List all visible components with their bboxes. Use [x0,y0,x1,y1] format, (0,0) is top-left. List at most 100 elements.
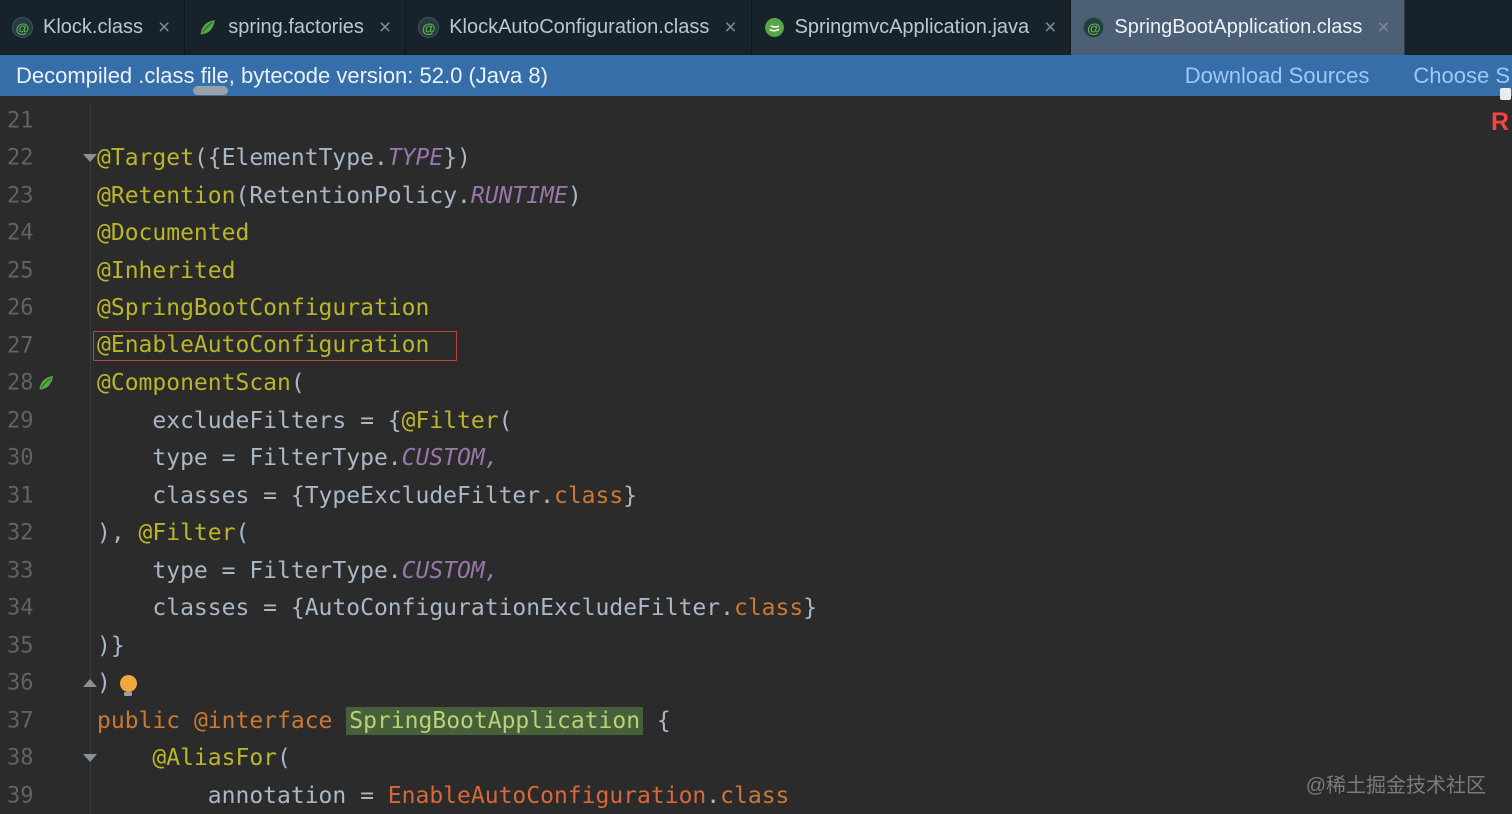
gutter: 25 [0,252,91,290]
choose-sources-link[interactable]: Choose S [1413,63,1510,89]
floating-scrollbar-thumb[interactable] [193,86,228,95]
code-line-23[interactable]: 23 @Retention(RetentionPolicy.RUNTIME) [0,177,1512,215]
code-line-38[interactable]: 38 @AliasFor( [0,739,1512,777]
gutter: 37 [0,702,91,740]
code-line-30[interactable]: 30 type = FilterType.CUSTOM, [0,439,1512,477]
fold-marker-icon[interactable] [83,154,97,163]
tab-label: KlockAutoConfiguration.class [449,16,710,38]
editor-tab-bar: @ Klock.class × spring.factories × @ Klo… [0,0,1512,55]
tab-spring-factories[interactable]: spring.factories × [185,0,407,55]
code-token: classes = {TypeExcludeFilter. [97,482,554,509]
line-number: 31 [7,483,34,509]
editor-pane[interactable]: 21 22 @Target({ElementType.TYPE}) 23 @Retent… [0,96,1512,814]
code-line-36[interactable]: 36) [0,664,1512,702]
line-number: 28 [7,370,34,396]
code-token: @Filter [138,520,236,547]
line-number: 29 [7,408,34,434]
code-token: classes = {AutoConfigurationExcludeFilte… [97,595,734,622]
code-text: classes = {TypeExcludeFilter.class} [97,483,637,509]
tab-close-icon[interactable]: × [158,17,170,38]
code-token: ({ [193,145,222,172]
gutter: 21 [0,102,91,140]
line-number: 26 [7,295,34,321]
gutter: 28 [0,364,91,402]
gutter: 38 [0,739,97,777]
clipped-inspection-letter: R [1490,108,1509,136]
code-line-24[interactable]: 24 @Documented [0,214,1512,252]
tab-close-icon[interactable]: × [724,17,736,38]
line-number: 27 [7,333,34,359]
vertical-scrollbar-thumb[interactable] [1500,88,1511,100]
code-line-27[interactable]: 27 @EnableAutoConfiguration [0,327,1512,365]
spring-boot-icon [764,17,785,38]
gutter: 32 [0,514,91,552]
code-text: @Retention(RetentionPolicy.RUNTIME) [97,183,582,209]
tab-label: spring.factories [228,16,364,38]
tab-klock-class[interactable]: @ Klock.class × [0,0,186,55]
code-line-37[interactable]: 37 public @interface SpringBootApplicatio… [0,702,1512,740]
code-token: type = FilterType. [97,557,402,584]
tab-klockautoconfiguration-class[interactable]: @ KlockAutoConfiguration.class × [406,0,752,55]
spring-bean-gutter-icon[interactable] [36,373,56,393]
code-token: @Inherited [97,257,236,284]
code-text: @Target({ElementType.TYPE}) [97,145,471,171]
line-number: 30 [7,445,34,471]
tab-label: Klock.class [43,16,144,38]
gutter: 27 [0,327,91,365]
code-token: . [706,782,721,809]
download-sources-link[interactable]: Download Sources [1185,63,1370,89]
code-token: )} [97,632,125,659]
code-token: @Documented [97,220,250,247]
code-token: excludeFilters = { [97,407,402,434]
code-line-34[interactable]: 34 classes = {AutoConfigurationExcludeFi… [0,589,1512,627]
code-text: type = FilterType.CUSTOM, [97,445,498,471]
code-text: public @interface SpringBootApplication … [97,706,671,735]
tab-close-icon[interactable]: × [379,17,391,38]
gutter: 23 [0,177,91,215]
tab-springbootapplication-class[interactable]: @ SpringBootApplication.class × [1071,0,1405,55]
watermark-text: @稀土掘金技术社区 [1305,775,1486,797]
code-line-33[interactable]: 33 type = FilterType.CUSTOM, [0,552,1512,590]
tab-close-icon[interactable]: × [1377,17,1389,38]
code-text: ) [97,670,137,697]
code-line-21[interactable]: 21 [0,102,1512,140]
code-token: ), [97,520,139,547]
code-line-25[interactable]: 25 @Inherited [0,252,1512,290]
gutter: 22 [0,139,97,177]
fold-marker-icon[interactable] [83,754,97,763]
tab-close-icon[interactable]: × [1044,17,1056,38]
code-token: CUSTOM, [401,557,499,584]
code-area: 21 22 @Target({ElementType.TYPE}) 23 @Retent… [0,102,1512,814]
intention-bulb-icon[interactable] [119,675,137,697]
code-line-26[interactable]: 26 @SpringBootConfiguration [0,289,1512,327]
code-line-22[interactable]: 22 @Target({ElementType.TYPE}) [0,139,1512,177]
gutter: 24 [0,214,91,252]
line-number: 32 [7,520,34,546]
line-number: 22 [7,145,34,171]
code-text: @AliasFor( [97,745,290,771]
code-token: class [553,482,624,509]
code-token: @ComponentScan [97,370,291,397]
banner-message: Decompiled .class file, bytecode version… [16,62,548,88]
gutter: 30 [0,439,91,477]
code-line-32[interactable]: 32 ), @Filter( [0,514,1512,552]
code-line-35[interactable]: 35)} [0,627,1512,665]
line-number: 24 [7,220,34,246]
code-line-29[interactable]: 29 excludeFilters = {@Filter( [0,402,1512,440]
code-token: TYPE [387,145,444,172]
tab-springmvcapplication-java[interactable]: SpringmvcApplication.java × [752,0,1072,55]
annotation-class-icon: @ [1083,17,1105,38]
code-line-39[interactable]: 39 annotation = EnableAutoConfiguration.… [0,777,1512,814]
line-number: 33 [7,558,34,584]
fold-marker-icon[interactable] [83,679,97,688]
code-token: public [97,707,194,734]
code-text: classes = {AutoConfigurationExcludeFilte… [97,595,817,621]
code-text: ), @Filter( [97,520,249,546]
code-token: class [733,595,804,622]
code-line-28[interactable]: 28 @ComponentScan( [0,364,1512,402]
code-token: ElementType. [221,145,388,172]
spring-leaf-icon [197,17,218,38]
code-line-31[interactable]: 31 classes = {TypeExcludeFilter.class} [0,477,1512,515]
code-text: @Inherited [97,258,235,284]
